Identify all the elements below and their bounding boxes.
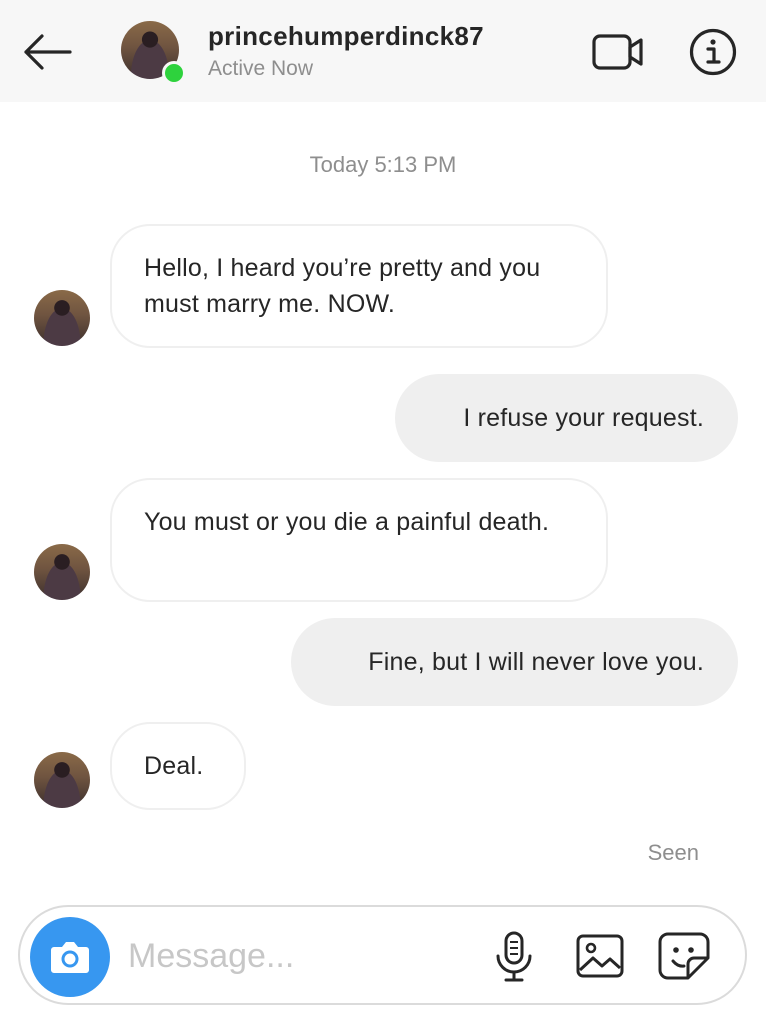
outgoing-message-bubble[interactable]: I refuse your request. — [395, 374, 738, 462]
contact-username[interactable]: princehumperdinck87 — [208, 21, 484, 52]
image-gallery-icon[interactable] — [574, 932, 626, 980]
sender-avatar[interactable] — [34, 290, 90, 346]
chat-header: princehumperdinck87 Active Now — [0, 0, 766, 102]
incoming-message-bubble[interactable]: Deal. — [110, 722, 246, 810]
incoming-message-bubble[interactable]: Hello, I heard you’re pretty and you mus… — [110, 224, 608, 348]
outgoing-message-bubble[interactable]: Fine, but I will never love you. — [291, 618, 738, 706]
sticker-icon[interactable] — [656, 930, 712, 982]
camera-icon[interactable] — [30, 917, 110, 997]
info-icon[interactable] — [688, 27, 738, 77]
back-arrow-icon[interactable] — [20, 30, 74, 74]
message-input[interactable] — [128, 930, 458, 982]
active-status: Active Now — [208, 57, 314, 80]
thread-timestamp: Today 5:13 PM — [309, 152, 457, 177]
sender-avatar[interactable] — [34, 752, 90, 808]
microphone-icon[interactable] — [492, 930, 536, 984]
seen-indicator: Seen — [647, 840, 699, 865]
sender-avatar[interactable] — [34, 544, 90, 600]
incoming-message-bubble[interactable]: You must or you die a painful death. — [110, 478, 608, 602]
online-status-dot — [162, 61, 186, 85]
video-camera-icon[interactable] — [590, 30, 646, 74]
